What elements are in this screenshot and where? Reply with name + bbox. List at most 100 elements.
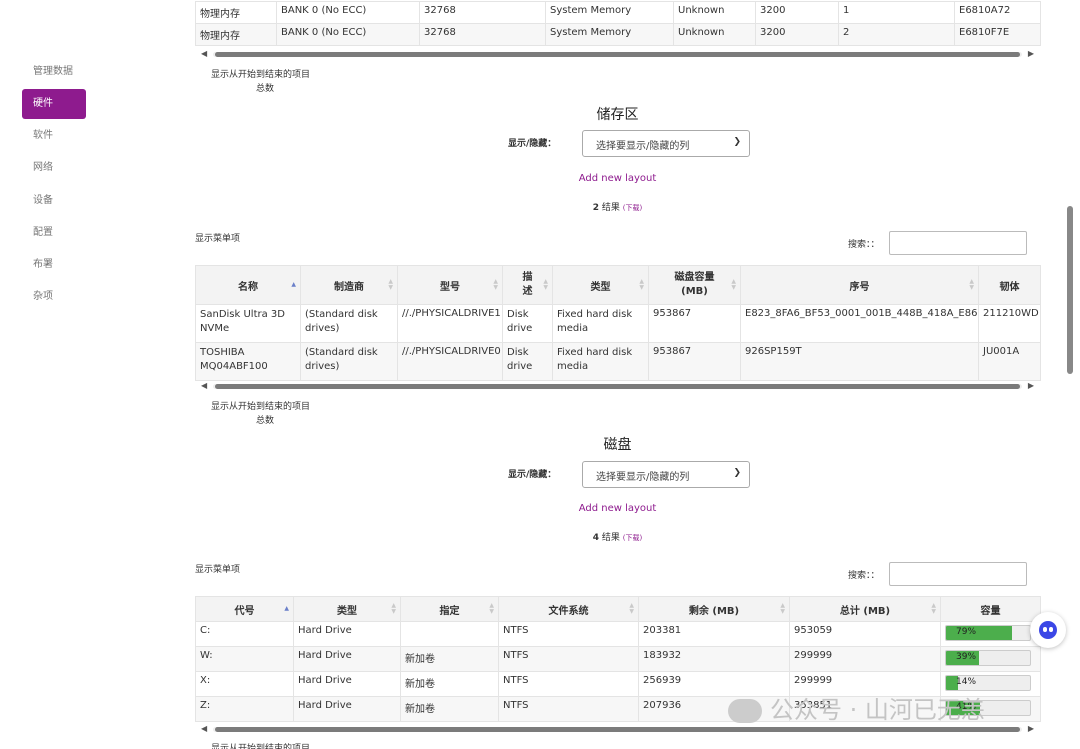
table-cell: NTFS <box>498 671 639 697</box>
sidebar-item-hardware[interactable]: 硬件 <box>22 89 86 119</box>
table-cell: 299999 <box>789 646 941 672</box>
sidebar-item-devices[interactable]: 设备 <box>22 186 86 216</box>
table-cell: 32768 <box>419 23 546 46</box>
main-content: 物理内存 BANK 0 (No ECC) 32768 System Memory… <box>195 0 1041 749</box>
column-header-free[interactable]: 剩余 (MB) ▲ ▼ <box>638 596 790 622</box>
column-header-filesystem[interactable]: 文件系统 ▲ ▼ <box>498 596 639 622</box>
storage-menu-label[interactable]: 显示菜单项 <box>195 231 240 244</box>
sort-icon: ▲ ▼ <box>629 602 634 615</box>
table-cell: 2 <box>838 23 955 46</box>
scroll-left-icon[interactable]: ◀ <box>201 49 207 58</box>
sidebar-item-misc[interactable]: 杂项 <box>22 282 86 312</box>
sidebar-item-software[interactable]: 软件 <box>22 121 86 151</box>
column-header-letter[interactable]: 代号 ▲ <box>195 596 294 622</box>
column-header-usage[interactable]: 容量 <box>940 596 1041 622</box>
chevron-down-icon: ❯ <box>733 137 741 147</box>
disk-add-layout-link[interactable]: Add new layout <box>195 503 1040 514</box>
disk-column-select[interactable]: 选择要显示/隐藏的列 ❯ <box>582 461 750 488</box>
sidebar-item-deploy[interactable]: 布署 <box>22 250 86 280</box>
disk-download-link[interactable]: (下载) <box>623 534 642 542</box>
disk-menu-label[interactable]: 显示菜单项 <box>195 562 240 575</box>
storage-hscrollbar[interactable]: ◀ ▶ <box>195 380 1040 392</box>
scroll-thumb[interactable] <box>1067 206 1073 374</box>
table-cell: System Memory <box>545 1 674 24</box>
table-cell: Unknown <box>673 1 756 24</box>
table-cell: (Standard disk drives) <box>300 342 398 381</box>
scroll-left-icon[interactable]: ◀ <box>201 381 207 390</box>
sidebar-item-admin-data[interactable]: 管理数据 <box>22 57 86 87</box>
sort-icon: ▲ ▼ <box>493 278 498 291</box>
table-cell: System Memory <box>545 23 674 46</box>
memory-hscrollbar[interactable]: ◀ ▶ <box>195 48 1040 60</box>
table-cell: Hard Drive <box>293 671 401 697</box>
table-cell: //./PHYSICALDRIVE1 <box>397 304 503 343</box>
disk-info-range: 显示从开始到结束的项目 <box>211 744 311 749</box>
column-header-firmware[interactable]: 韧体 <box>978 265 1041 305</box>
table-cell: SanDisk Ultra 3D NVMe <box>195 304 301 343</box>
scroll-right-icon[interactable]: ▶ <box>1028 724 1034 733</box>
table-row: SanDisk Ultra 3D NVMe (Standard disk dri… <box>195 304 1041 343</box>
table-row: 物理内存 BANK 0 (No ECC) 32768 System Memory… <box>195 1 1041 24</box>
table-cell: NTFS <box>498 621 639 647</box>
column-header-model[interactable]: 型号 ▲ ▼ <box>397 265 503 305</box>
table-row: 物理内存 BANK 0 (No ECC) 32768 System Memory… <box>195 23 1041 46</box>
storage-download-link[interactable]: (下载) <box>623 204 642 212</box>
storage-results: 2 结果 (下载) <box>592 203 643 213</box>
table-cell: 926SP159T <box>740 342 979 381</box>
column-header-label[interactable]: 指定 ▲ ▼ <box>400 596 499 622</box>
table-row: W: Hard Drive 新加卷 NTFS 183932 299999 39% <box>195 646 1041 672</box>
table-cell: NTFS <box>498 646 639 672</box>
table-cell: Fixed hard disk media <box>552 342 649 381</box>
storage-column-select[interactable]: 选择要显示/隐藏的列 ❯ <box>582 130 750 157</box>
scroll-thumb[interactable] <box>215 727 1020 732</box>
column-header-serial[interactable]: 序号 ▲ ▼ <box>740 265 979 305</box>
column-header-capacity[interactable]: 磁盘容量 (MB) ▲ ▼ <box>648 265 741 305</box>
watermark: 公众号 · 山河已无恙 <box>728 690 985 725</box>
table-cell <box>400 621 499 647</box>
sort-icon: ▲ ▼ <box>731 278 736 291</box>
table-cell: Unknown <box>673 23 756 46</box>
scroll-right-icon[interactable]: ▶ <box>1028 381 1034 390</box>
table-cell: 79% <box>940 621 1041 647</box>
storage-info-total: 总数 <box>256 416 275 426</box>
column-header-total[interactable]: 总计 (MB) ▲ ▼ <box>789 596 941 622</box>
table-cell: W: <box>195 646 294 672</box>
table-cell: 3200 <box>755 1 839 24</box>
table-row: C: Hard Drive NTFS 203381 953059 79% <box>195 621 1041 647</box>
scroll-thumb[interactable] <box>215 384 1020 389</box>
disk-search-input[interactable] <box>889 562 1027 586</box>
table-cell: Z: <box>195 696 294 722</box>
disk-section-title: 磁盘 <box>603 437 632 453</box>
table-cell: 3200 <box>755 23 839 46</box>
assistant-button[interactable] <box>1030 612 1066 648</box>
table-cell: 新加卷 <box>400 671 499 697</box>
table-cell: NTFS <box>498 696 639 722</box>
sidebar-item-network[interactable]: 网络 <box>22 153 86 183</box>
memory-info-total: 总数 <box>256 84 275 94</box>
storage-search-input[interactable] <box>889 231 1027 255</box>
column-header-name[interactable]: 名称 ▲ <box>195 265 301 305</box>
sidebar-item-config[interactable]: 配置 <box>22 218 86 248</box>
page-vscrollbar[interactable] <box>1066 0 1074 749</box>
column-header-description[interactable]: 描述 ▲ ▼ <box>502 265 553 305</box>
sort-icon: ▲ ▼ <box>931 602 936 615</box>
table-cell: X: <box>195 671 294 697</box>
scroll-thumb[interactable] <box>215 52 1020 57</box>
sort-icon: ▲ ▼ <box>543 278 548 291</box>
column-header-type[interactable]: 类型 ▲ ▼ <box>293 596 401 622</box>
storage-add-layout-link[interactable]: Add new layout <box>195 173 1040 184</box>
column-header-type[interactable]: 类型 ▲ ▼ <box>552 265 649 305</box>
storage-search-label: 搜索：： <box>848 240 880 250</box>
disk-results: 4 结果 (下载) <box>592 533 643 543</box>
table-cell: 211210WD <box>978 304 1041 343</box>
table-cell: 物理内存 <box>195 23 277 46</box>
disk-search-label: 搜索：： <box>848 571 880 581</box>
table-cell: Disk drive <box>502 342 553 381</box>
scroll-left-icon[interactable]: ◀ <box>201 724 207 733</box>
table-cell: E6810F7E <box>954 23 1041 46</box>
robot-face-icon <box>1039 621 1057 639</box>
sort-asc-icon: ▲ <box>291 281 296 288</box>
table-cell: 新加卷 <box>400 696 499 722</box>
column-header-manufacturer[interactable]: 制造商 ▲ ▼ <box>300 265 398 305</box>
scroll-right-icon[interactable]: ▶ <box>1028 49 1034 58</box>
